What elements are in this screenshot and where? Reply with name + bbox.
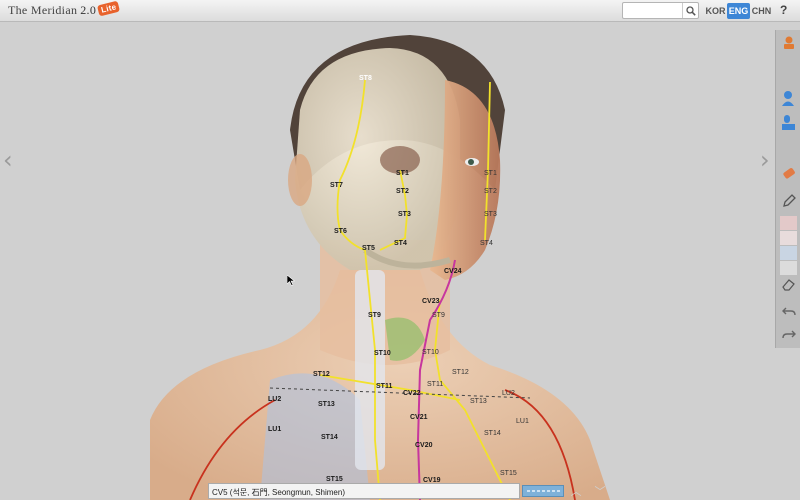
acupoint-st12[interactable]: ST12 xyxy=(313,371,330,378)
acupoint-st3[interactable]: ST3 xyxy=(398,211,411,218)
acupoint-cv24[interactable]: CV24 xyxy=(444,268,462,275)
eraser-tool-button[interactable] xyxy=(779,164,798,183)
version-label: 2.0 xyxy=(80,3,97,17)
top-bar: The Meridian 2.0 Lite KOR ENG CHN ? xyxy=(0,0,800,22)
acupoint-lu2-right[interactable]: LU2 xyxy=(502,390,515,397)
acupoint-st11[interactable]: ST11 xyxy=(376,383,392,390)
right-toolbar xyxy=(775,30,800,348)
acupoint-st9-right[interactable]: ST9 xyxy=(432,312,445,319)
next-point-button[interactable]: ﹀ xyxy=(589,484,611,498)
rubber-icon xyxy=(781,278,795,291)
logo-text: The Meridian xyxy=(8,3,78,17)
language-kor-button[interactable]: KOR xyxy=(704,3,727,19)
search-box xyxy=(622,2,699,19)
acupoint-st5[interactable]: ST5 xyxy=(362,245,375,252)
acupoint-cv21[interactable]: CV21 xyxy=(410,414,428,421)
color-swatch-red[interactable] xyxy=(780,216,797,230)
mouse-cursor-icon xyxy=(287,275,295,286)
eraser-icon xyxy=(782,167,795,179)
acupoint-st4-right[interactable]: ST4 xyxy=(480,240,493,247)
skull-shape xyxy=(295,48,460,270)
rubber-tool-button[interactable] xyxy=(779,274,798,293)
color-swatch-pink[interactable] xyxy=(780,231,797,245)
stamp-icon xyxy=(783,36,794,49)
current-point-field[interactable]: CV5 (석문, 石門, Seongmun, Shimen) xyxy=(208,483,520,499)
acupoint-st11-right[interactable]: ST11 xyxy=(427,381,443,388)
acupoint-st10[interactable]: ST10 xyxy=(374,350,391,357)
app-window: The Meridian2.0Lite KOR ENG CHN ? ‹ › xyxy=(0,0,800,500)
rotate-right-button[interactable]: › xyxy=(760,146,770,174)
redo-button[interactable] xyxy=(779,325,798,344)
acupoint-st14-right[interactable]: ST14 xyxy=(484,430,501,437)
acupoint-st13-right[interactable]: ST13 xyxy=(470,398,487,405)
acupoint-st14[interactable]: ST14 xyxy=(321,434,338,441)
undo-icon xyxy=(781,307,796,315)
side-view-button[interactable] xyxy=(779,88,798,107)
help-button[interactable]: ? xyxy=(780,3,787,17)
point-progress-indicator xyxy=(522,485,564,497)
search-input[interactable] xyxy=(625,4,683,17)
ear-shape xyxy=(288,154,312,206)
search-button[interactable] xyxy=(682,3,698,18)
acupoint-lu1-right[interactable]: LU1 xyxy=(516,418,529,425)
acupoint-st15-right[interactable]: ST15 xyxy=(500,470,517,477)
color-swatch-blue[interactable] xyxy=(780,246,797,260)
language-eng-button[interactable]: ENG xyxy=(727,3,750,19)
acupoint-cv22[interactable]: CV22 xyxy=(403,390,421,397)
acupoint-cv20[interactable]: CV20 xyxy=(415,442,433,449)
redo-icon xyxy=(781,330,796,338)
acupoint-st10-right[interactable]: ST10 xyxy=(422,349,439,356)
pencil-tool-button[interactable] xyxy=(779,191,798,210)
acupoint-st4[interactable]: ST4 xyxy=(394,240,407,247)
anatomy-model[interactable] xyxy=(150,20,610,500)
rotate-left-button[interactable]: ‹ xyxy=(3,146,13,174)
head-side-icon xyxy=(781,90,794,106)
undo-button[interactable] xyxy=(779,302,798,321)
edition-badge: Lite xyxy=(97,0,121,17)
app-logo: The Meridian 2.0 Lite xyxy=(8,0,121,18)
acupoint-st3-right[interactable]: ST3 xyxy=(484,211,497,218)
search-icon xyxy=(685,5,696,16)
acupoint-st9[interactable]: ST9 xyxy=(368,312,381,319)
language-chn-button[interactable]: CHN xyxy=(750,3,773,19)
previous-point-button[interactable]: ︿ xyxy=(565,484,587,498)
acupoint-lu2[interactable]: LU2 xyxy=(268,396,281,403)
acupoint-st12-right[interactable]: ST12 xyxy=(452,369,469,376)
acupoint-st8[interactable]: ST8 xyxy=(359,75,372,82)
acupoint-st7[interactable]: ST7 xyxy=(330,182,343,189)
acupoint-st2[interactable]: ST2 xyxy=(396,188,409,195)
acupoint-st1-right[interactable]: ST1 xyxy=(484,170,497,177)
stamp-tool-button[interactable] xyxy=(779,33,798,52)
head-front-icon xyxy=(781,114,795,130)
bottom-bar: CV5 (석문, 石門, Seongmun, Shimen) ︿ ﹀ xyxy=(208,482,614,500)
acupoint-cv23[interactable]: CV23 xyxy=(422,298,440,305)
pencil-icon xyxy=(782,193,796,207)
acupoint-st6[interactable]: ST6 xyxy=(334,228,347,235)
acupoint-st13[interactable]: ST13 xyxy=(318,401,335,408)
acupoint-st2-right[interactable]: ST2 xyxy=(484,188,497,195)
color-swatch-gray[interactable] xyxy=(780,261,797,275)
acupoint-lu1[interactable]: LU1 xyxy=(268,426,281,433)
acupoint-st1[interactable]: ST1 xyxy=(396,170,409,177)
front-view-button[interactable] xyxy=(779,112,798,131)
